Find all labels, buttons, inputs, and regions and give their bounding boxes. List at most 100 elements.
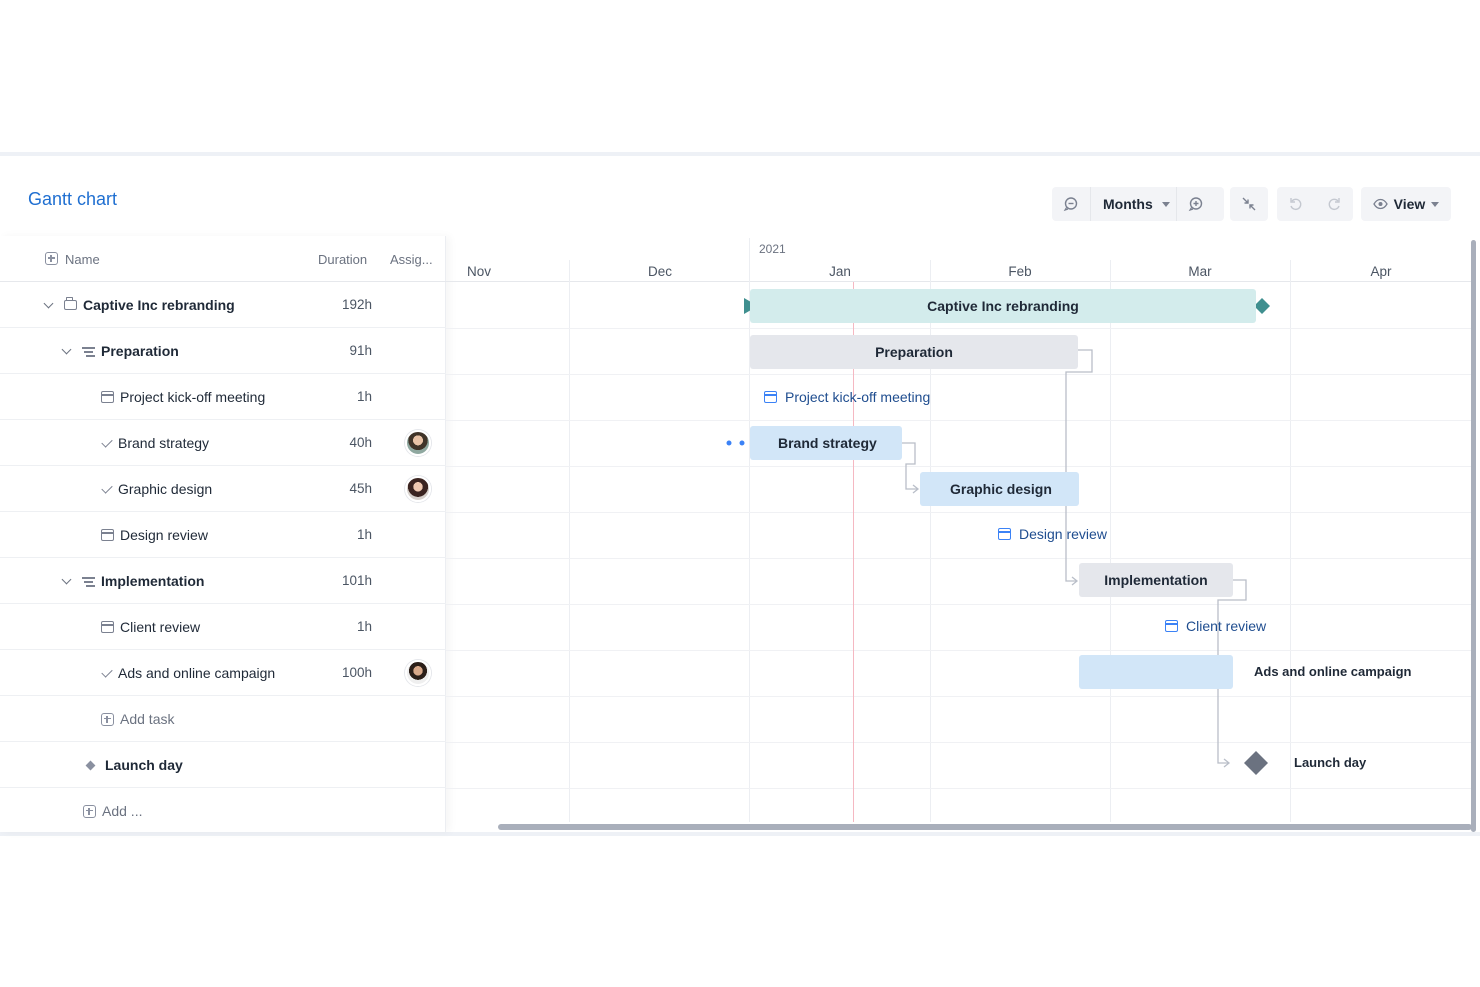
chevron-down-icon[interactable] (43, 298, 54, 308)
phase-icon (82, 346, 95, 356)
gantt-meeting-kickoff[interactable]: Project kick-off meeting (764, 389, 930, 405)
table-row[interactable]: Ads and online campaign 100h (0, 650, 446, 696)
collapse-button[interactable] (1230, 187, 1268, 221)
row-duration: 1h (356, 527, 372, 542)
plus-icon (83, 804, 96, 818)
app-title: Gantt chart (28, 189, 118, 209)
row-name: Launch day (105, 757, 183, 773)
row-duration: 40h (349, 435, 372, 450)
gantt-bar-brand-strategy[interactable]: Brand strategy (750, 426, 902, 460)
table-row[interactable]: Brand strategy 40h (0, 420, 446, 466)
zoom-out-icon (1063, 197, 1078, 212)
row-duration: 192h (341, 297, 372, 312)
row-duration: 100h (341, 665, 372, 680)
row-name: Captive Inc rebranding (83, 297, 235, 313)
row-name: Ads and online campaign (118, 665, 276, 681)
dependency-links (726, 298, 1270, 775)
chevron-down-icon[interactable] (61, 344, 72, 354)
diamond-icon (85, 760, 96, 770)
row-duration: 1h (356, 619, 372, 634)
gantt-meeting-design-review[interactable]: Design review (998, 526, 1107, 542)
row-duration: 1h (356, 389, 372, 404)
table-row[interactable]: Project kick-off meeting 1h (0, 374, 446, 420)
briefcase-icon (64, 297, 77, 310)
table-row[interactable]: Captive Inc rebranding 192h (0, 282, 446, 328)
add-task-button[interactable]: Add task (120, 711, 174, 727)
phase-icon (82, 576, 95, 586)
chevron-down-icon (1161, 201, 1170, 207)
row-name: Preparation (101, 343, 179, 359)
bar-label: Design review (1019, 526, 1107, 542)
task-check-icon (101, 665, 113, 678)
avatar[interactable] (405, 660, 431, 686)
eye-icon (1372, 198, 1388, 210)
bar-label: Ads and online campaign (1254, 664, 1412, 679)
table-row[interactable]: Design review 1h (0, 512, 446, 558)
calendar-icon (101, 621, 114, 633)
collapse-arrows-icon (1242, 197, 1256, 211)
add-item-row[interactable]: Add ... (0, 788, 446, 834)
zoom-out-button[interactable] (1052, 187, 1090, 221)
calendar-icon (764, 391, 777, 403)
view-button[interactable]: View (1361, 187, 1451, 221)
table-row[interactable]: Implementation 101h (0, 558, 446, 604)
table-row[interactable]: Preparation 91h (0, 328, 446, 374)
avatar[interactable] (405, 430, 431, 456)
row-duration: 91h (349, 343, 372, 358)
task-check-icon (101, 481, 113, 494)
horizontal-scrollbar[interactable] (498, 824, 1472, 830)
gantt-bar-implementation[interactable]: Implementation (1079, 563, 1233, 597)
calendar-icon (1165, 620, 1178, 632)
zoom-in-button[interactable] (1177, 187, 1215, 221)
gantt-meeting-client-review[interactable]: Client review (1165, 618, 1266, 634)
row-duration: 45h (349, 481, 372, 496)
undo-icon (1290, 198, 1302, 211)
view-label: View (1393, 196, 1426, 212)
column-header-name[interactable]: Name (65, 252, 100, 267)
column-header-assignee[interactable]: Assig... (390, 252, 433, 267)
bar-label: Brand strategy (778, 435, 877, 451)
chevron-down-icon (1431, 201, 1440, 207)
task-check-icon (101, 435, 113, 448)
bar-label: Graphic design (950, 481, 1052, 497)
bar-label: Preparation (875, 344, 953, 360)
view-toolbar: View (1361, 187, 1451, 221)
gantt-timeline: 2021 Nov Dec Jan Feb Mar Apr Captive Inc… (446, 236, 1472, 832)
zoom-level-select[interactable]: Months (1090, 187, 1177, 221)
calendar-icon (101, 529, 114, 541)
row-name: Brand strategy (118, 435, 210, 451)
gantt-bar-project[interactable]: Captive Inc rebranding (750, 289, 1256, 323)
row-name: Design review (120, 527, 208, 543)
bar-label: Project kick-off meeting (785, 389, 931, 405)
add-task-row[interactable]: Add task (0, 696, 446, 742)
avatar[interactable] (405, 476, 431, 502)
bar-label: Implementation (1104, 572, 1208, 588)
history-toolbar (1277, 187, 1353, 221)
redo-button[interactable] (1315, 187, 1353, 221)
row-name: Implementation (101, 573, 205, 589)
add-item-button[interactable]: Add ... (102, 803, 142, 819)
gantt-app: Gantt chart Months View Name Duration As… (0, 152, 1480, 836)
row-duration: 101h (341, 573, 372, 588)
zoom-toolbar: Months (1052, 187, 1224, 221)
plus-icon (101, 712, 114, 726)
gantt-bar-ads-campaign[interactable] (1079, 655, 1233, 689)
row-name: Project kick-off meeting (120, 389, 266, 405)
row-name: Client review (120, 619, 201, 635)
task-grid: Name Duration Assig... Captive Inc rebra… (0, 236, 446, 832)
table-row[interactable]: Client review 1h (0, 604, 446, 650)
row-name: Graphic design (118, 481, 213, 497)
table-row[interactable]: Graphic design 45h (0, 466, 446, 512)
gantt-bar-preparation[interactable]: Preparation (750, 335, 1078, 369)
bar-label: Captive Inc rebranding (927, 298, 1079, 314)
chevron-down-icon[interactable] (61, 574, 72, 584)
undo-button[interactable] (1277, 187, 1315, 221)
column-header-duration[interactable]: Duration (318, 252, 367, 267)
zoom-in-icon (1188, 197, 1202, 212)
add-column-icon[interactable] (45, 252, 58, 265)
gantt-bar-graphic-design[interactable]: Graphic design (920, 472, 1079, 506)
vertical-scrollbar[interactable] (1471, 240, 1476, 832)
redo-icon (1328, 198, 1340, 211)
grid-header: Name Duration Assig... (0, 236, 446, 282)
table-row[interactable]: Launch day (0, 742, 446, 788)
